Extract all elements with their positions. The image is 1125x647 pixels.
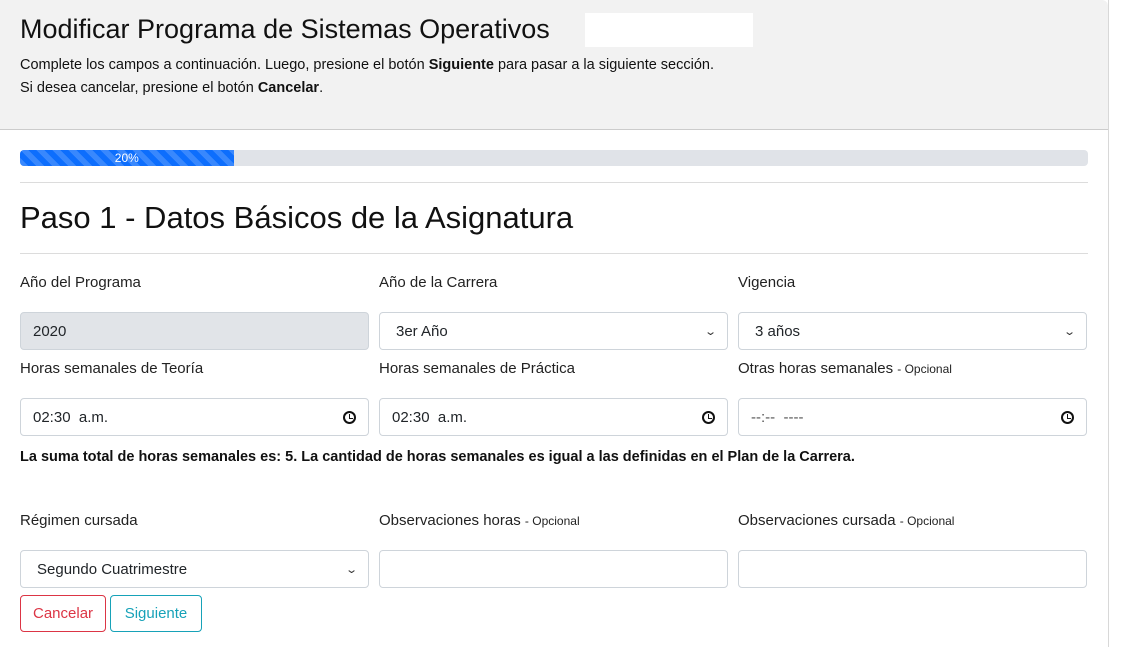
obs-cursada-input[interactable]	[738, 550, 1087, 588]
label-text: Observaciones horas	[379, 512, 521, 529]
field-regimen: Régimen cursada Segundo Cuatrimestre ⌄	[20, 512, 369, 588]
select-value: 3 años	[755, 322, 801, 340]
field-anio-programa: Año del Programa 2020	[20, 274, 369, 350]
optional-hint: - Opcional	[524, 514, 580, 528]
page: Modificar Programa de Sistemas Operativo…	[0, 0, 1109, 647]
hours-summary: La suma total de horas semanales es: 5. …	[20, 449, 855, 465]
chevron-down-icon: ⌄	[344, 563, 358, 576]
field-anio-carrera: Año de la Carrera 3er Año ⌄	[379, 274, 728, 350]
input-value: 02:30 a.m.	[392, 408, 468, 426]
bold-text: Siguiente	[428, 57, 494, 73]
field-obs-horas: Observaciones horas - Opcional	[379, 512, 728, 588]
optional-hint: - Opcional	[899, 514, 955, 528]
page-title: Modificar Programa de Sistemas Operativo…	[20, 14, 550, 44]
regimen-select[interactable]: Segundo Cuatrimestre ⌄	[20, 550, 369, 588]
field-label: Observaciones cursada - Opcional	[738, 512, 1087, 531]
obs-horas-input[interactable]	[379, 550, 728, 588]
instructions-line-1: Complete los campos a continuación. Lueg…	[20, 57, 714, 73]
chevron-down-icon: ⌄	[703, 325, 717, 338]
field-label: Año del Programa	[20, 274, 141, 291]
cancel-button[interactable]: Cancelar	[20, 595, 106, 632]
field-label: Horas semanales de Práctica	[379, 360, 575, 377]
input-value: 2020	[33, 322, 67, 340]
clock-icon[interactable]	[1061, 410, 1074, 424]
clock-icon[interactable]	[702, 410, 715, 424]
anio-programa-input: 2020	[20, 312, 369, 350]
anio-carrera-select[interactable]: 3er Año ⌄	[379, 312, 728, 350]
field-label: Otras horas semanales - Opcional	[738, 360, 1087, 379]
page-header: Modificar Programa de Sistemas Operativo…	[0, 0, 1108, 130]
text: .	[319, 80, 324, 96]
text: para pasar a la siguiente sección.	[493, 57, 715, 73]
otras-horas-time-input[interactable]: --:-- ----	[738, 398, 1087, 436]
bold-text: Cancelar	[257, 80, 320, 96]
progress-fill: 20%	[20, 150, 234, 166]
clock-icon[interactable]	[343, 410, 356, 424]
step-title: Paso 1 - Datos Básicos de la Asignatura	[20, 200, 574, 235]
field-horas-practica: Horas semanales de Práctica 02:30 a.m.	[379, 360, 728, 436]
text: Si desea cancelar, presione el botón	[20, 80, 258, 96]
field-vigencia: Vigencia 3 años ⌄	[738, 274, 1087, 350]
select-value: 3er Año	[396, 322, 448, 340]
text: Complete los campos a continuación. Lueg…	[20, 57, 429, 73]
field-label: Vigencia	[738, 274, 796, 291]
optional-hint: - Opcional	[897, 362, 952, 376]
progress-bar: 20%	[20, 150, 1088, 166]
field-otras-horas: Otras horas semanales - Opcional --:-- -…	[738, 360, 1087, 436]
field-label: Observaciones horas - Opcional	[379, 512, 728, 531]
next-button[interactable]: Siguiente	[110, 595, 202, 632]
field-obs-cursada: Observaciones cursada - Opcional	[738, 512, 1087, 588]
label-text: Observaciones cursada	[738, 512, 896, 529]
horas-teoria-time-input[interactable]: 02:30 a.m.	[20, 398, 369, 436]
input-value: 02:30 a.m.	[33, 408, 109, 426]
redacted-box	[585, 13, 753, 47]
field-horas-teoria: Horas semanales de Teoría 02:30 a.m.	[20, 360, 369, 436]
divider	[20, 182, 1088, 183]
horas-practica-time-input[interactable]: 02:30 a.m.	[379, 398, 728, 436]
vigencia-select[interactable]: 3 años ⌄	[738, 312, 1087, 350]
field-label: Año de la Carrera	[379, 274, 498, 291]
select-value: Segundo Cuatrimestre	[37, 560, 188, 578]
instructions-line-2: Si desea cancelar, presione el botón Can…	[20, 80, 323, 96]
field-label: Horas semanales de Teoría	[20, 360, 204, 377]
chevron-down-icon: ⌄	[1062, 325, 1076, 338]
label-text: Otras horas semanales	[738, 360, 894, 377]
input-value: --:-- ----	[751, 408, 804, 426]
field-label: Régimen cursada	[20, 512, 138, 529]
divider	[20, 253, 1088, 254]
